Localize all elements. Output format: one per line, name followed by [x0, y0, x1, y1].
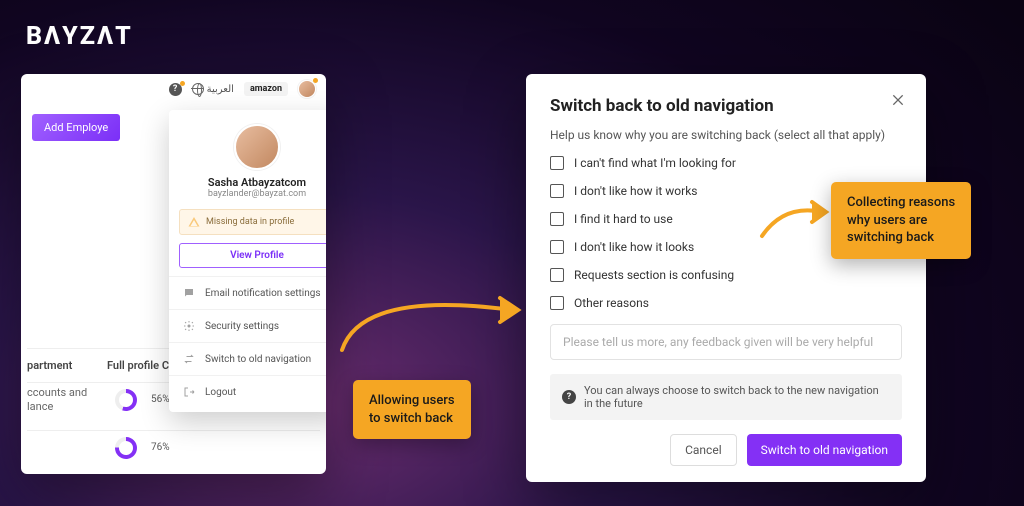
profile-email: bayzlander@bayzat.com	[169, 189, 326, 199]
menu-security-settings[interactable]: Security settings	[169, 309, 326, 342]
checkbox-icon	[550, 156, 564, 170]
avatar-icon	[234, 124, 280, 170]
info-banner: ?You can always choose to switch back to…	[550, 374, 902, 420]
confirm-switch-button[interactable]: Switch to old navigation	[747, 434, 902, 466]
view-profile-button[interactable]: View Profile	[179, 243, 326, 268]
checkbox-icon	[550, 212, 564, 226]
cancel-button[interactable]: Cancel	[670, 434, 737, 466]
reason-option[interactable]: I can't find what I'm looking for	[550, 156, 902, 170]
add-employee-button[interactable]: Add Employe	[32, 114, 120, 141]
checkbox-icon	[550, 240, 564, 254]
company-chip[interactable]: amazon	[244, 82, 288, 96]
checkbox-icon	[550, 296, 564, 310]
warning-icon	[188, 216, 200, 228]
callout-left: Allowing users to switch back	[353, 380, 471, 439]
checkbox-icon	[550, 184, 564, 198]
profile-name: Sasha Atbayzatcom	[169, 176, 326, 189]
column-department: partment	[27, 359, 107, 372]
close-icon[interactable]	[890, 92, 906, 108]
menu-email-settings[interactable]: Email notification settings	[169, 276, 326, 309]
menu-logout[interactable]: Logout	[169, 375, 326, 408]
switch-back-modal: Switch back to old navigation Help us kn…	[526, 74, 926, 482]
progress-ring: 56%	[115, 389, 137, 411]
language-switcher[interactable]: العربية	[192, 83, 234, 95]
brand-logo: BΛYZΛT	[26, 22, 133, 51]
language-label: العربية	[207, 84, 234, 95]
modal-title: Switch back to old navigation	[550, 96, 902, 116]
profile-menu-trigger[interactable]	[298, 80, 316, 98]
table-row: 76%	[27, 430, 320, 464]
checkbox-icon	[550, 268, 564, 282]
info-icon: ?	[562, 390, 576, 404]
profile-warning: Missing data in profile	[179, 209, 326, 235]
menu-switch-navigation[interactable]: Switch to old navigation	[169, 342, 326, 375]
gear-icon	[183, 320, 195, 332]
globe-icon	[192, 83, 204, 95]
chat-icon	[183, 287, 195, 299]
swap-icon	[183, 353, 195, 365]
app-window: ? العربية amazon Add Employe partment Fu…	[21, 74, 326, 474]
arrow-icon	[332, 280, 532, 360]
logout-icon	[183, 386, 195, 398]
progress-ring: 76%	[115, 437, 137, 459]
help-icon[interactable]: ?	[169, 83, 182, 96]
feedback-textarea[interactable]: Please tell us more, any feedback given …	[550, 324, 902, 360]
reason-option[interactable]: Requests section is confusing	[550, 268, 902, 282]
modal-subtitle: Help us know why you are switching back …	[550, 128, 902, 142]
dept-cell: ccounts and lance	[27, 386, 107, 412]
reason-option[interactable]: Other reasons	[550, 296, 902, 310]
column-profile: Full profile C	[107, 359, 169, 372]
topbar: ? العربية amazon	[21, 74, 326, 104]
arrow-icon	[754, 196, 834, 246]
callout-right: Collecting reasons why users are switchi…	[831, 182, 971, 259]
profile-dropdown: Sasha Atbayzatcom bayzlander@bayzat.com …	[169, 110, 326, 412]
